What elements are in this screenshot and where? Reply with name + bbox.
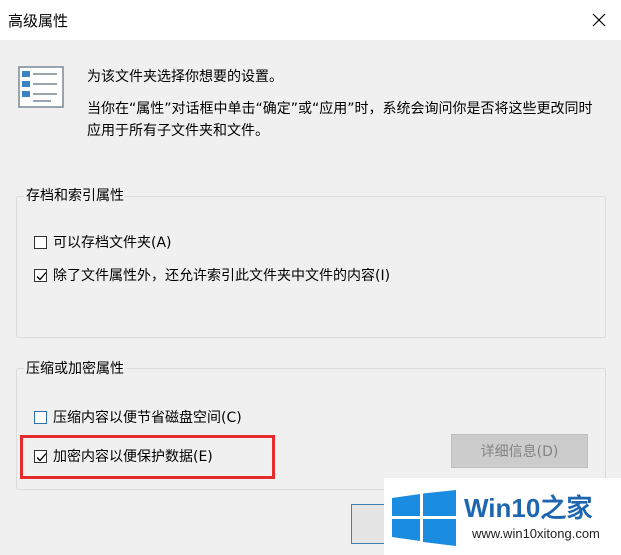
windows-logo-icon <box>392 490 456 546</box>
description-line-2: 当你在“属性”对话框中单击“确定”或“应用”时，系统会询问你是否将这些更改同时应… <box>87 101 593 139</box>
archive-folder-label: 可以存档文件夹(A) <box>53 235 172 251</box>
window-title: 高级属性 <box>8 12 69 30</box>
watermark: Win10之家 www.win10xitong.com <box>384 478 621 555</box>
title-bar: 高级属性 <box>0 0 621 40</box>
watermark-url: www.win10xitong.com <box>472 526 600 541</box>
index-content-label: 除了文件属性外，还允许索引此文件夹中文件的内容(I) <box>53 268 391 284</box>
description-line-1: 为该文件夹选择你想要的设置。 <box>87 69 283 85</box>
watermark-brand: Win10之家 <box>464 488 592 525</box>
checklist-document-icon <box>18 66 64 108</box>
compress-label: 压缩内容以便节省磁盘空间(C) <box>53 410 242 426</box>
details-button[interactable]: 详细信息(D) <box>451 434 588 468</box>
checkbox-unchecked-icon[interactable] <box>34 410 47 424</box>
checkbox-unchecked-icon[interactable] <box>34 235 47 249</box>
compress-group-title: 压缩或加密属性 <box>24 358 126 378</box>
watermark-brand-win10: Win10 <box>464 493 541 523</box>
archive-group-title: 存档和索引属性 <box>24 185 126 205</box>
archive-folder-option[interactable]: 可以存档文件夹(A) <box>34 232 172 252</box>
index-content-option[interactable]: 除了文件属性外，还允许索引此文件夹中文件的内容(I) <box>34 265 390 285</box>
watermark-brand-suffix: 之家 <box>540 493 593 523</box>
close-icon <box>592 13 605 27</box>
compress-option[interactable]: 压缩内容以便节省磁盘空间(C) <box>34 407 242 427</box>
highlight-annotation-box <box>20 435 275 479</box>
checkbox-checked-icon[interactable] <box>34 268 47 282</box>
close-button[interactable] <box>576 0 621 40</box>
